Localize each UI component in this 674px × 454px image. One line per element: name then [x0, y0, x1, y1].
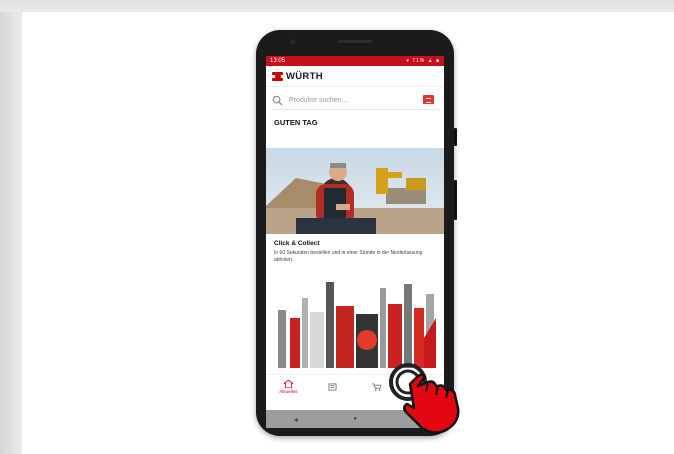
- barcode-scan-icon[interactable]: [423, 95, 434, 104]
- brand-logo-text: WÜRTH: [286, 70, 323, 82]
- volume-button: [454, 180, 457, 220]
- home-button[interactable]: ●: [353, 416, 357, 422]
- search-icon: [272, 95, 283, 106]
- search-input[interactable]: Produkte suchen...: [289, 97, 347, 104]
- front-camera: [290, 39, 295, 44]
- tab-catalog[interactable]: [311, 375, 356, 399]
- earpiece: [338, 40, 372, 43]
- home-icon: [283, 380, 293, 388]
- background-wall: [0, 0, 24, 454]
- status-time: 13:05: [270, 58, 286, 64]
- promo-image[interactable]: [266, 148, 444, 234]
- search-bar[interactable]: Produkte suchen...: [272, 91, 438, 110]
- status-bar: 13:05 ▾ 71% ▲ ■: [266, 56, 444, 66]
- wurth-logo-icon: [272, 71, 283, 81]
- app-header: WÜRTH: [266, 66, 444, 87]
- promo-title: Click & Collect: [274, 240, 320, 247]
- tools-banner-image[interactable]: [274, 278, 438, 368]
- promo-description: In 60 Sekunden bestellen und in einer St…: [274, 250, 423, 263]
- tab-aktuelles-label: Aktuelles: [279, 389, 298, 394]
- catalog-icon: [328, 383, 337, 391]
- status-icons: ▾ 71% ▲ ■: [406, 58, 440, 64]
- back-button[interactable]: ◂: [294, 415, 298, 424]
- tap-hand-cursor-icon: [389, 363, 460, 434]
- background-wall-top: [0, 0, 674, 12]
- tab-aktuelles[interactable]: Aktuelles: [266, 375, 311, 399]
- cart-icon: [372, 383, 382, 391]
- app-screen: 13:05 ▾ 71% ▲ ■ WÜRTH Produkte suchen...…: [266, 56, 444, 410]
- power-button: [454, 128, 457, 146]
- greeting-heading: GUTEN TAG: [274, 118, 318, 127]
